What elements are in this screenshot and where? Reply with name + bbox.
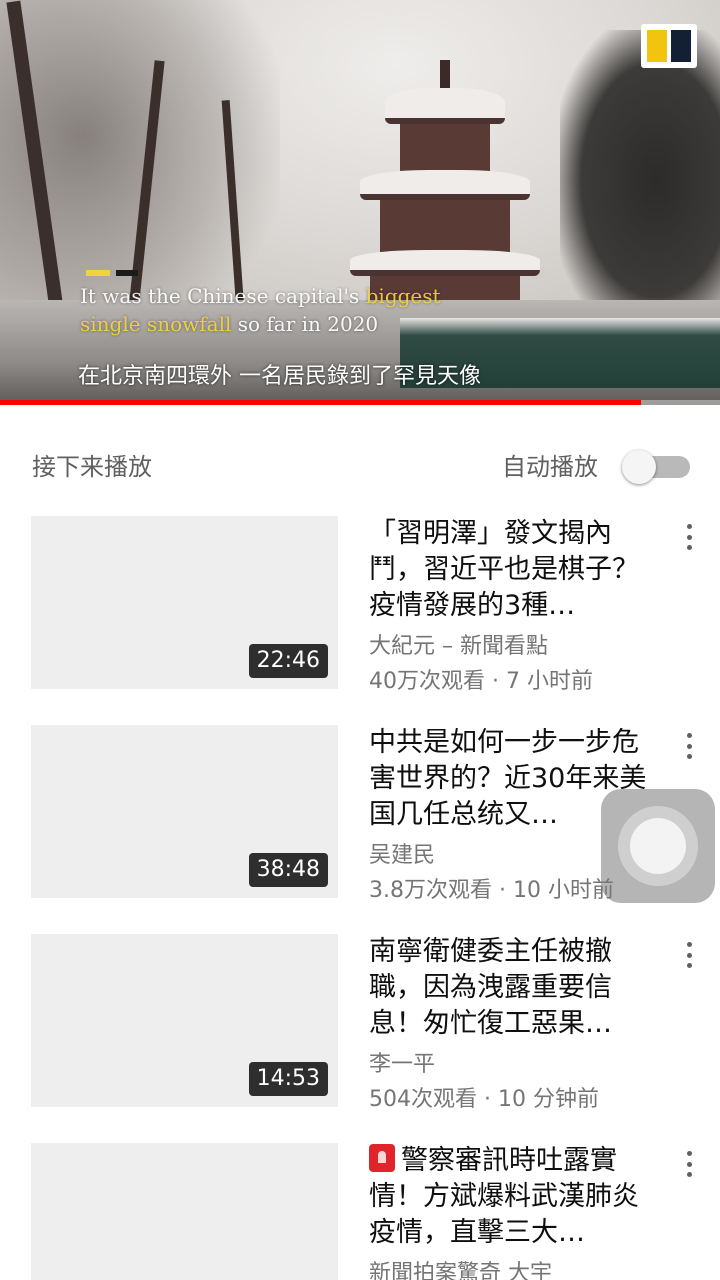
autoplay-toggle[interactable]: [622, 450, 690, 484]
more-options-icon[interactable]: [676, 729, 702, 763]
video-thumbnail[interactable]: 38:48: [31, 725, 338, 898]
pagoda-body: [380, 200, 510, 256]
duration-badge: 14:53: [248, 1062, 328, 1096]
duration-badge: 38:48: [248, 853, 328, 887]
up-next-header: 接下来播放 自动播放: [0, 405, 720, 515]
video-title[interactable]: 「習明澤」發文揭內鬥，習近平也是棋子？疫情發展的3種…: [369, 516, 659, 624]
pagoda-roof: [350, 250, 540, 276]
video-frame-trees-right: [560, 30, 720, 330]
assistive-touch-core: [630, 818, 686, 874]
video-thumbnail[interactable]: [31, 1143, 338, 1280]
video-title[interactable]: 警察審訊時吐露實情！方斌爆料武漢肺炎疫情，直擊三大…: [369, 1143, 659, 1251]
channel-name: 新聞拍案驚奇 大宇: [369, 1261, 552, 1280]
logo-block-navy: [671, 30, 691, 62]
subtitle-text: It was the Chinese capital's: [80, 284, 366, 308]
scmp-logo-icon: [641, 24, 697, 68]
pagoda-roof: [360, 170, 530, 200]
pagoda-roof: [385, 88, 505, 124]
duration-badge: 22:46: [248, 644, 328, 678]
logo-block-yellow: [647, 30, 667, 62]
video-list-item[interactable]: 警察審訊時吐露實情！方斌爆料武漢肺炎疫情，直擊三大… 新聞拍案驚奇 大宇: [0, 1143, 720, 1280]
subtitle-marker: [116, 270, 138, 276]
video-meta: 3.8万次观看 · 10 小时前: [369, 878, 614, 903]
pagoda-spire: [440, 60, 450, 90]
channel-name: 李一平: [369, 1052, 436, 1077]
siren-icon: [369, 1144, 395, 1172]
video-title-text: 警察審訊時吐露實情！方斌爆料武漢肺炎疫情，直擊三大…: [369, 1145, 639, 1248]
video-meta: 504次观看 · 10 分钟前: [369, 1087, 599, 1112]
video-list-item[interactable]: 14:53 南寧衛健委主任被撤職，因為洩露重要信息！匆忙復工惡果… 李一平 50…: [0, 934, 720, 1134]
channel-name: 吴建民: [369, 843, 436, 868]
video-thumbnail[interactable]: 22:46: [31, 516, 338, 689]
subtitle-chinese: 在北京南四環外 一名居民錄到了罕見天像: [78, 364, 481, 389]
channel-name: 大紀元 – 新聞看點: [369, 634, 548, 659]
autoplay-toggle-knob: [622, 450, 656, 484]
more-options-icon[interactable]: [676, 520, 702, 554]
video-player[interactable]: It was the Chinese capital's biggest sin…: [0, 0, 720, 405]
subtitle-line-2: single snowfall so far in 2020: [80, 312, 378, 336]
video-meta: 40万次观看 · 7 小时前: [369, 669, 593, 694]
more-options-icon[interactable]: [676, 1147, 702, 1181]
subtitle-text: so far in 2020: [231, 312, 379, 336]
more-options-icon[interactable]: [676, 938, 702, 972]
autoplay-label: 自动播放: [502, 453, 598, 481]
video-list-item[interactable]: 22:46 「習明澤」發文揭內鬥，習近平也是棋子？疫情發展的3種… 大紀元 – …: [0, 516, 720, 716]
screen: It was the Chinese capital's biggest sin…: [0, 0, 720, 1280]
video-title[interactable]: 南寧衛健委主任被撤職，因為洩露重要信息！匆忙復工惡果…: [369, 934, 659, 1042]
subtitle-highlight: single snowfall: [80, 312, 232, 336]
subtitle-line-1: It was the Chinese capital's biggest: [80, 284, 441, 308]
up-next-title: 接下来播放: [32, 453, 152, 481]
video-thumbnail[interactable]: 14:53: [31, 934, 338, 1107]
assistive-touch-button[interactable]: [601, 789, 715, 903]
subtitle-highlight: biggest: [365, 284, 441, 308]
subtitle-marker: [86, 270, 110, 276]
